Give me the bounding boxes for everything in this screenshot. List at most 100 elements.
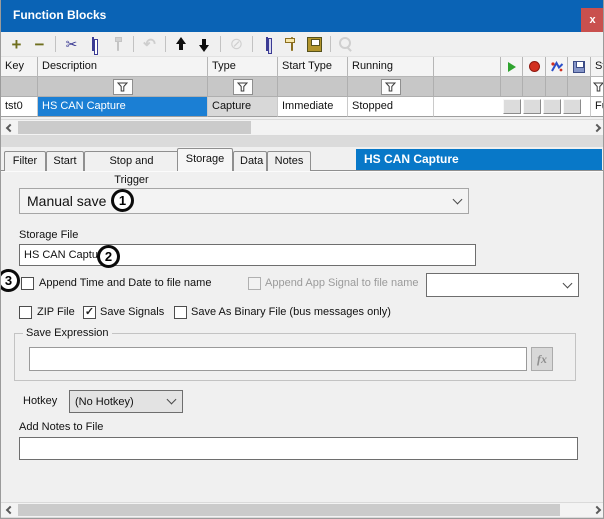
- toolbar-separator: [133, 36, 134, 52]
- filter-cell-icon: [523, 77, 546, 97]
- remove-icon: [35, 36, 45, 53]
- scroll-right-button[interactable]: [588, 503, 604, 517]
- selected-block-header: HS CAN Capture: [356, 149, 602, 170]
- move-up-button[interactable]: [170, 34, 193, 55]
- disable-block-button[interactable]: [225, 34, 248, 55]
- column-header-save[interactable]: [568, 57, 591, 77]
- save-mode-dropdown[interactable]: Manual save: [19, 188, 469, 214]
- filter-cell-running: [348, 77, 434, 97]
- chevron-down-icon: [452, 194, 462, 204]
- row-cell-description-selected[interactable]: HS CAN Capture: [38, 97, 208, 117]
- remove-block-button[interactable]: [28, 34, 51, 55]
- column-header-running[interactable]: Running: [348, 57, 434, 77]
- scrollbar-thumb[interactable]: [18, 121, 251, 134]
- filter-cell-description: [38, 77, 208, 97]
- column-header-key[interactable]: Key: [1, 57, 38, 77]
- filter-cell-start-type: [278, 77, 348, 97]
- filter-cell-key: [1, 77, 38, 97]
- row-analyze-button[interactable]: [543, 99, 561, 114]
- column-header-start-type[interactable]: Start Type: [278, 57, 348, 77]
- save-expression-input[interactable]: [29, 347, 527, 371]
- tab-stop-and-trigger[interactable]: Stop and Trigger: [84, 151, 179, 171]
- filter-button-type[interactable]: [233, 79, 253, 95]
- column-header-description[interactable]: Description: [38, 57, 208, 77]
- undo-icon: [143, 35, 156, 53]
- row-cell-type[interactable]: Capture: [208, 97, 278, 117]
- filter-funnel-icon: [117, 82, 128, 92]
- panel-horizontal-scrollbar: [1, 502, 604, 518]
- close-button[interactable]: x: [581, 8, 604, 32]
- start-icon: [508, 62, 516, 72]
- cut-button[interactable]: [60, 34, 83, 55]
- duplicate-button[interactable]: [257, 34, 280, 55]
- append-app-signal-label: Append App Signal to file name: [265, 277, 419, 289]
- column-header-status-truncated[interactable]: St: [591, 57, 604, 77]
- column-header-record[interactable]: [523, 57, 546, 77]
- annotation-circle-2: 2: [97, 245, 120, 268]
- chevron-right-icon: [592, 123, 600, 131]
- filter-cell-type: [208, 77, 278, 97]
- storage-file-input[interactable]: [19, 244, 476, 266]
- filter-funnel-icon: [237, 82, 248, 92]
- cut-icon: [66, 36, 78, 53]
- hotkey-dropdown[interactable]: (No Hotkey): [69, 390, 183, 413]
- add-icon: [12, 36, 22, 53]
- save-as-binary-checkbox[interactable]: [174, 306, 187, 319]
- open-file-button[interactable]: [280, 34, 303, 55]
- search-button[interactable]: [335, 34, 358, 55]
- grid-horizontal-scrollbar: [1, 119, 604, 136]
- row-cell-key[interactable]: tst0: [1, 97, 38, 117]
- row-start-button[interactable]: [503, 99, 521, 114]
- row-record-button[interactable]: [523, 99, 541, 114]
- checkmark-icon: ✓: [85, 306, 94, 318]
- toolbar-separator: [252, 36, 253, 52]
- zip-file-checkbox[interactable]: [19, 306, 32, 319]
- scrollbar-thumb[interactable]: [18, 504, 560, 516]
- add-notes-label: Add Notes to File: [19, 421, 103, 433]
- open-folder-icon: [291, 38, 293, 50]
- save-icon: [573, 61, 585, 73]
- add-notes-input[interactable]: [19, 437, 578, 460]
- tab-start[interactable]: Start: [46, 151, 84, 171]
- copy-button[interactable]: [83, 34, 106, 55]
- save-signals-label: Save Signals: [100, 306, 164, 318]
- save-file-button[interactable]: [303, 34, 326, 55]
- app-signal-dropdown[interactable]: [426, 273, 579, 297]
- paste-button[interactable]: [106, 34, 129, 55]
- row-cell-running[interactable]: Stopped: [348, 97, 434, 117]
- storage-tab-panel: Manual save 1 Storage File 2 3 Append Ti…: [1, 171, 604, 502]
- tab-filter[interactable]: Filter: [4, 151, 46, 171]
- toolbar-separator: [55, 36, 56, 52]
- column-header-type[interactable]: Type: [208, 57, 278, 77]
- save-signals-checkbox[interactable]: ✓: [83, 306, 96, 319]
- move-down-button[interactable]: [193, 34, 216, 55]
- row-save-button[interactable]: [563, 99, 581, 114]
- filter-funnel-icon: [385, 82, 396, 92]
- add-block-button[interactable]: [5, 34, 28, 55]
- tab-notes[interactable]: Notes: [267, 151, 311, 171]
- row-cell-function-truncated[interactable]: Fu: [591, 97, 604, 117]
- append-app-signal-checkbox[interactable]: [248, 277, 261, 290]
- toolbar: [1, 32, 604, 57]
- annotation-circle-1: 1: [111, 189, 134, 212]
- filter-button-description[interactable]: [113, 79, 133, 95]
- column-header-start-all[interactable]: [501, 57, 523, 77]
- filter-cell-icon: [501, 77, 523, 97]
- toolbar-separator: [330, 36, 331, 52]
- expression-builder-button[interactable]: fx: [531, 347, 553, 371]
- append-time-date-checkbox[interactable]: [21, 277, 34, 290]
- scroll-left-button[interactable]: [1, 120, 18, 135]
- disable-icon: [230, 34, 243, 54]
- tab-data[interactable]: Data: [233, 151, 267, 171]
- record-icon: [529, 61, 540, 72]
- filter-button-running[interactable]: [381, 79, 401, 95]
- scroll-left-button[interactable]: [1, 503, 18, 517]
- column-header-analyze[interactable]: [546, 57, 568, 77]
- scroll-right-button[interactable]: [588, 120, 604, 135]
- chevron-right-icon: [592, 506, 600, 514]
- undo-button[interactable]: [138, 34, 161, 55]
- filter-funnel-icon[interactable]: [593, 82, 604, 92]
- storage-file-label: Storage File: [19, 229, 78, 241]
- tab-storage[interactable]: Storage: [177, 148, 233, 171]
- row-cell-start-type[interactable]: Immediate: [278, 97, 348, 117]
